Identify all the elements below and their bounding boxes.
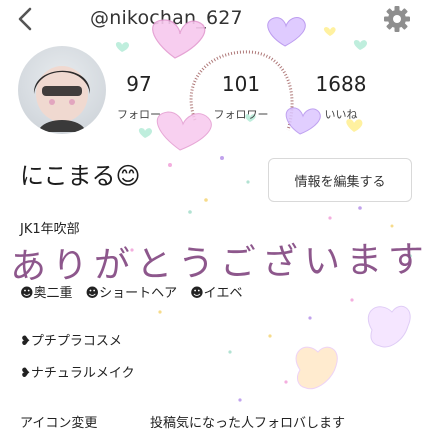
display-name-text: にこまる	[20, 162, 116, 190]
bio-line-cosmetics: ❥プチプラコスメ	[20, 334, 122, 349]
stat-followers[interactable]: 101 フォロワー	[196, 72, 286, 122]
stat-following-label: フォロー	[117, 108, 161, 121]
bio-line-traits: ☻奥二重 ☻ショートヘア ☻イエベ	[20, 286, 243, 301]
stat-likes-count: 1688	[315, 72, 367, 96]
edit-profile-button[interactable]: 情報を編集する	[268, 158, 412, 202]
stat-likes[interactable]: 1688 いいね	[296, 72, 386, 122]
bio-line-makeup: ❥ナチュラルメイク	[20, 366, 135, 381]
bio-overlay-thanks: ありがとうございます	[9, 239, 430, 288]
bio-line-school: JK1年吹部	[20, 222, 80, 237]
stat-followers-label: フォロワー	[213, 108, 269, 121]
stat-likes-label: いいね	[324, 108, 358, 121]
stat-followers-count: 101	[221, 72, 261, 96]
footer-follow-back-note: 投稿気になった人フォロバします	[150, 416, 346, 431]
profile-avatar[interactable]	[18, 46, 106, 134]
stat-following-count: 97	[126, 72, 152, 96]
footer-icon-change: アイコン変更	[20, 416, 98, 431]
stat-following[interactable]: 97 フォロー	[94, 72, 184, 122]
display-name: にこまる😊	[20, 156, 141, 191]
smile-emoji-icon: 😊	[115, 162, 141, 190]
